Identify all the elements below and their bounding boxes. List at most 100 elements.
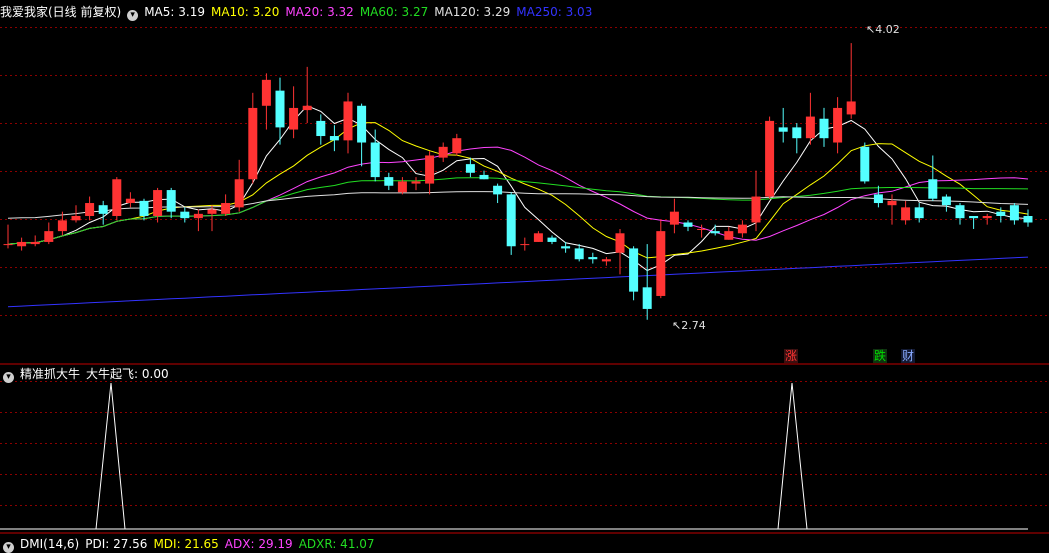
candle-body bbox=[180, 211, 190, 219]
candle-body bbox=[520, 244, 530, 246]
pdi-value: PDI: 27.56 bbox=[85, 537, 148, 551]
candle-body bbox=[452, 138, 462, 154]
finance-badge[interactable]: 财 bbox=[901, 349, 916, 363]
candle-body bbox=[207, 209, 217, 214]
candle-body bbox=[846, 101, 856, 115]
candle-body bbox=[370, 142, 380, 178]
ma20-value: MA20: 3.32 bbox=[285, 5, 354, 19]
chevron-down-icon[interactable]: ▾ bbox=[3, 542, 14, 553]
candle-body bbox=[71, 216, 81, 221]
main-chart[interactable] bbox=[0, 0, 1049, 543]
candle-body bbox=[302, 105, 312, 111]
ma5-value: MA5: 3.19 bbox=[144, 5, 205, 19]
candle-body bbox=[561, 246, 571, 249]
candle-body bbox=[805, 116, 815, 139]
sub-indicator-title: 精准抓大牛 bbox=[20, 367, 81, 381]
candle-body bbox=[969, 216, 979, 219]
candle-body bbox=[479, 174, 489, 180]
candle-body bbox=[683, 222, 693, 227]
candle-body bbox=[1023, 216, 1033, 223]
ma120-value: MA120: 3.29 bbox=[434, 5, 511, 19]
candle-body bbox=[737, 224, 747, 234]
candle-body bbox=[792, 127, 802, 139]
candle-body bbox=[533, 233, 543, 242]
candle-body bbox=[44, 231, 54, 242]
candle-body bbox=[574, 248, 584, 260]
candle-body bbox=[642, 287, 652, 309]
candle-body bbox=[112, 179, 122, 216]
sub-legend: ▾ 精准抓大牛 大牛起飞: 0.00 bbox=[0, 365, 175, 383]
candle-body bbox=[275, 90, 285, 128]
candle-body bbox=[493, 185, 503, 195]
candle-body bbox=[588, 257, 598, 260]
high-price-label: 4.02 bbox=[875, 23, 900, 36]
candle-body bbox=[941, 196, 951, 206]
candle-body bbox=[914, 207, 924, 219]
candle-body bbox=[656, 231, 666, 296]
rise-badge[interactable]: 涨 bbox=[784, 349, 799, 363]
candle-body bbox=[697, 228, 707, 230]
candle-body bbox=[547, 237, 557, 242]
main-legend: 我爱我家(日线 前复权) ▾ MA5: 3.19 MA10: 3.20 MA20: 3.… bbox=[0, 3, 598, 21]
candle-body bbox=[506, 194, 516, 247]
candle-body bbox=[1009, 205, 1019, 221]
candle-body bbox=[710, 231, 720, 234]
dmi-title: DMI(14,6) bbox=[20, 537, 80, 551]
mdi-value: MDI: 21.65 bbox=[153, 537, 219, 551]
candle-body bbox=[397, 181, 407, 193]
candle-body bbox=[465, 164, 475, 173]
candle-body bbox=[928, 179, 938, 199]
candle-body bbox=[125, 198, 135, 204]
candle-body bbox=[166, 190, 176, 212]
candle-body bbox=[955, 205, 965, 219]
candle-body bbox=[833, 107, 843, 143]
candle-body bbox=[982, 216, 992, 219]
candle-body bbox=[629, 248, 639, 292]
chevron-down-icon[interactable]: ▾ bbox=[127, 10, 139, 21]
candle-body bbox=[139, 200, 149, 216]
stock-title: 我爱我家(日线 前复权) bbox=[0, 5, 122, 19]
candle-body bbox=[30, 241, 40, 245]
candle-body bbox=[329, 136, 339, 141]
adx-value: ADX: 29.19 bbox=[224, 537, 293, 551]
sub-indicator-value: 大牛起飞: 0.00 bbox=[86, 367, 169, 381]
candle-body bbox=[901, 207, 911, 221]
candle-body bbox=[887, 200, 897, 206]
candle-body bbox=[153, 190, 163, 216]
candle-body bbox=[438, 146, 448, 158]
candle-body bbox=[3, 244, 13, 246]
ma250-line bbox=[7, 256, 1029, 308]
candle-body bbox=[316, 120, 326, 137]
low-price-label: 2.74 bbox=[681, 319, 706, 332]
candle-body bbox=[819, 118, 829, 139]
adxr-value: ADXR: 41.07 bbox=[298, 537, 375, 551]
candle-body bbox=[601, 259, 611, 262]
candle-body bbox=[873, 194, 883, 204]
fall-badge[interactable]: 跌 bbox=[873, 349, 888, 363]
candle-body bbox=[778, 127, 788, 132]
candle-body bbox=[343, 101, 353, 141]
candle-body bbox=[248, 107, 258, 180]
candle-body bbox=[765, 120, 775, 197]
candle-body bbox=[860, 146, 870, 182]
candle-body bbox=[411, 181, 421, 184]
candle-body bbox=[357, 105, 367, 143]
signal-spike bbox=[95, 382, 126, 530]
candle-body bbox=[751, 196, 761, 223]
candle-body bbox=[615, 233, 625, 253]
candle-body bbox=[724, 231, 734, 240]
ma10-value: MA10: 3.20 bbox=[210, 5, 280, 19]
high-price-annotation: ↖4.02 bbox=[866, 23, 900, 36]
dmi-legend: ▾ DMI(14,6) PDI: 27.56 MDI: 21.65 ADX: 29.19… bbox=[0, 535, 381, 553]
chevron-down-icon[interactable]: ▾ bbox=[3, 372, 14, 383]
candle-body bbox=[384, 177, 394, 186]
candle-body bbox=[289, 107, 299, 130]
candle-body bbox=[17, 241, 27, 247]
candle-body bbox=[996, 211, 1006, 216]
ma250-value: MA250: 3.03 bbox=[516, 5, 593, 19]
candle-body bbox=[193, 213, 203, 219]
candle-body bbox=[85, 203, 95, 216]
candle-body bbox=[234, 179, 244, 208]
candle-body bbox=[261, 79, 271, 106]
candle-body bbox=[425, 155, 435, 184]
